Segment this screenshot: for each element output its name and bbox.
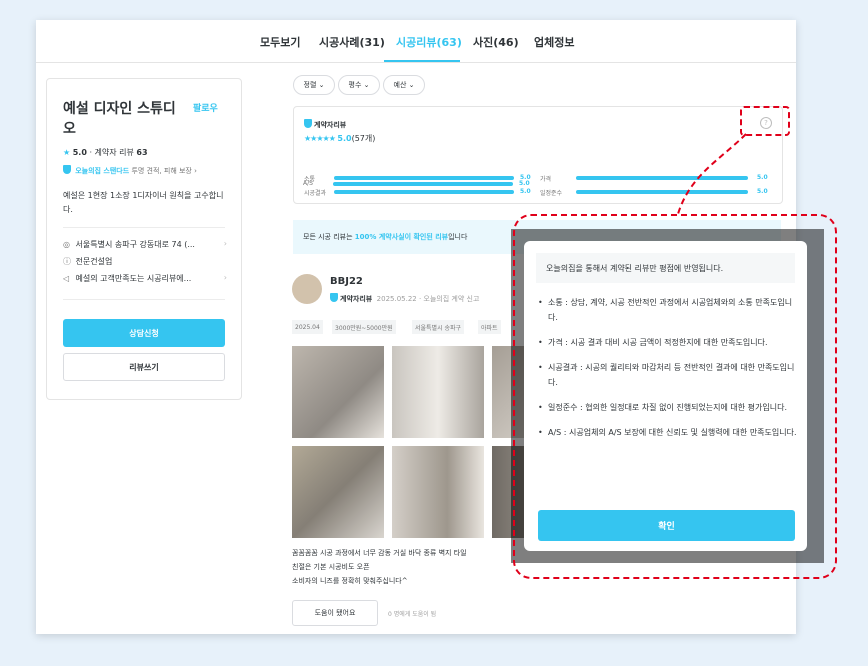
- annotation-highlight: [513, 214, 837, 579]
